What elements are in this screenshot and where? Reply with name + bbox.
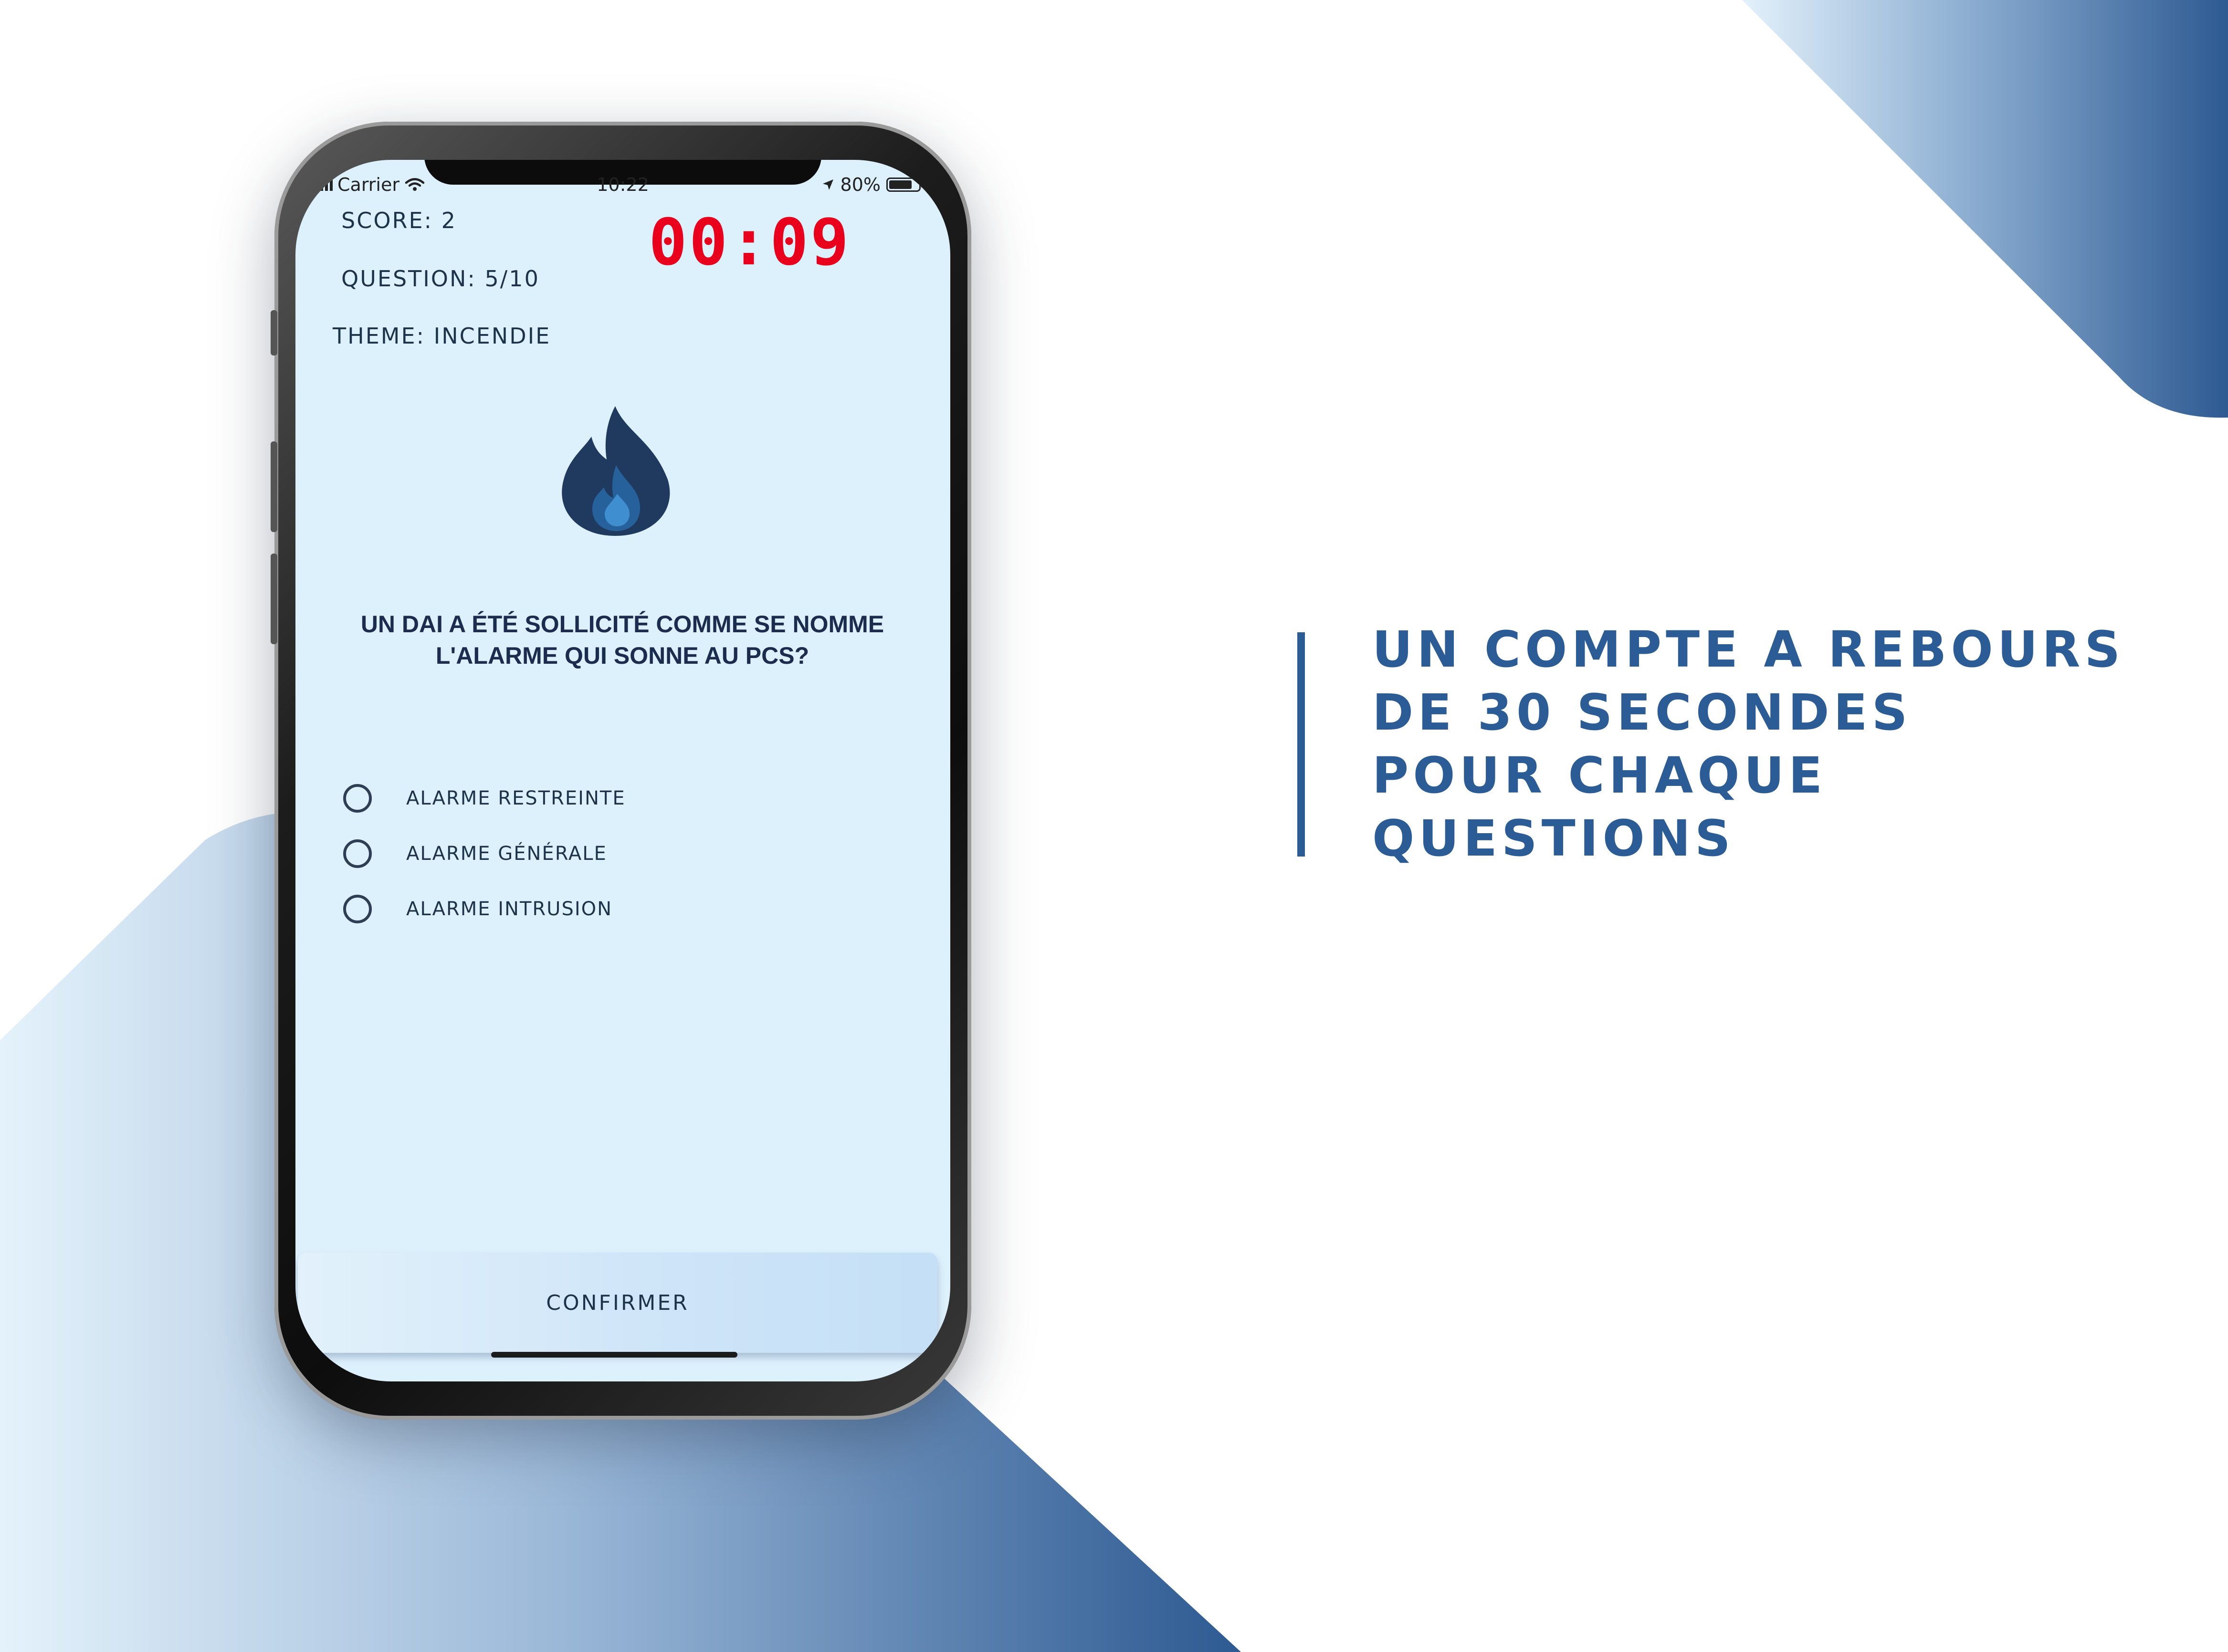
battery-fill: [889, 180, 912, 189]
answer-option[interactable]: ALARME RESTREINTE: [343, 784, 626, 813]
theme-label: THEME: INCENDIE: [333, 323, 551, 349]
battery-percentage: 80%: [840, 174, 881, 195]
volume-down-button: [271, 554, 277, 644]
score-label: SCORE: 2: [341, 208, 457, 233]
home-indicator[interactable]: [491, 1352, 737, 1358]
location-arrow-icon: [822, 179, 833, 190]
phone-mockup: Carrier 10:22 80% SCORE: 2 QUESTION: 5/1…: [271, 122, 971, 1420]
answer-option[interactable]: ALARME GÉNÉRALE: [343, 839, 607, 868]
answer-option-label: ALARME INTRUSION: [406, 898, 613, 920]
question-counter: QUESTION: 5/10: [341, 266, 540, 292]
volume-up-button: [271, 441, 277, 532]
caption-accent-bar: [1297, 632, 1305, 857]
phone-screen: Carrier 10:22 80% SCORE: 2 QUESTION: 5/1…: [295, 160, 950, 1381]
radio-button[interactable]: [343, 895, 372, 923]
battery-icon: [886, 178, 924, 192]
caption-line: UN COMPTE A REBOURS: [1372, 620, 2125, 679]
caption-line: DE 30 SECONDES: [1372, 683, 1912, 742]
caption-line: QUESTIONS: [1372, 809, 1735, 868]
feature-caption: UN COMPTE A REBOURS DE 30 SECONDES POUR …: [1372, 618, 2193, 870]
confirm-button[interactable]: CONFIRMER: [298, 1253, 937, 1353]
question-text: UN DAI A ÉTÉ SOLLICITÉ COMME SE NOMME L'…: [360, 611, 884, 669]
caption-line: POUR CHAQUE: [1372, 746, 1827, 805]
answer-option-label: ALARME RESTREINTE: [406, 787, 626, 809]
mute-switch: [271, 310, 277, 355]
answer-option-label: ALARME GÉNÉRALE: [406, 843, 607, 865]
flame-icon: [562, 406, 670, 536]
radio-button[interactable]: [343, 839, 372, 868]
radio-button[interactable]: [343, 784, 372, 813]
status-bar: Carrier 10:22 80%: [295, 160, 950, 203]
answer-option[interactable]: ALARME INTRUSION: [343, 895, 612, 923]
countdown-timer: 00:09: [649, 205, 851, 280]
confirm-button-label: CONFIRMER: [546, 1290, 689, 1315]
